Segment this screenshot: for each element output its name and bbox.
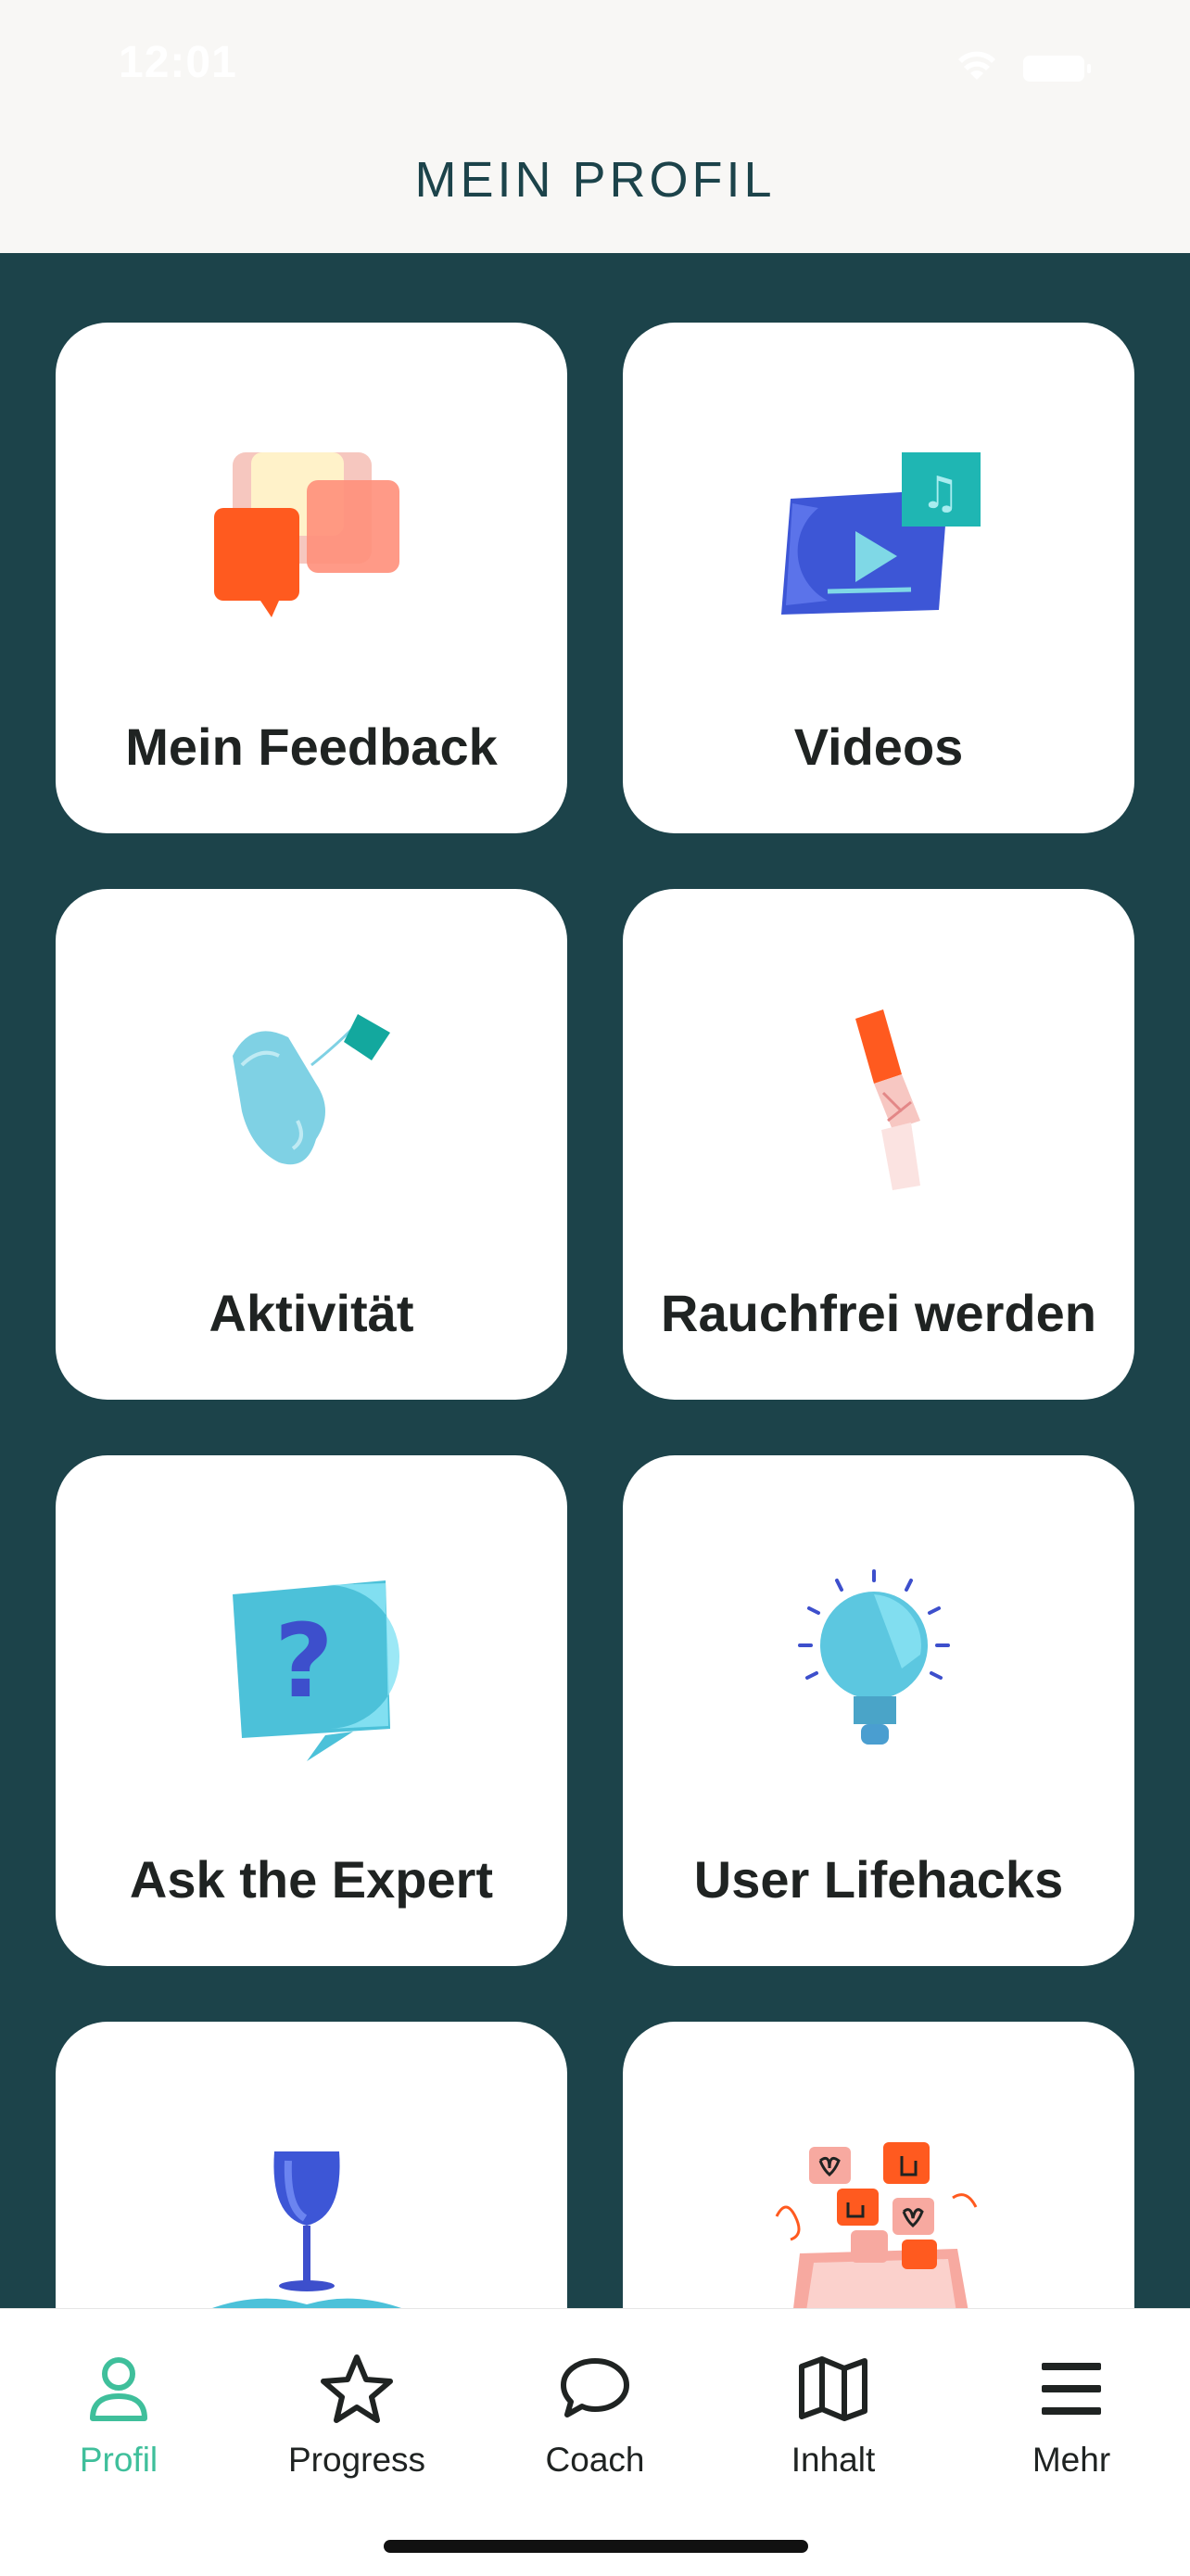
- tab-label: Profil: [79, 2441, 158, 2479]
- svg-text:?: ?: [274, 1602, 334, 1720]
- page-title: MEIN PROFIL: [414, 152, 776, 208]
- wifi-icon: [958, 51, 995, 80]
- tab-progress[interactable]: Progress: [238, 2309, 475, 2494]
- tab-profil[interactable]: Profil: [0, 2309, 237, 2494]
- header-bar: 12:01 MEIN PROFIL: [0, 0, 1190, 253]
- map-icon: [799, 2356, 867, 2421]
- status-time: 12:01: [119, 38, 237, 87]
- light-bulb-illustration: [798, 1569, 950, 1745]
- card-aktivitaet[interactable]: Aktivität: [56, 889, 567, 1400]
- svg-text:♫: ♫: [920, 467, 960, 519]
- card-label: Rauchfrei werden: [661, 1284, 1096, 1342]
- battery-icon: [1023, 56, 1084, 82]
- status-icons: [958, 51, 1091, 82]
- tab-label: Coach: [545, 2441, 645, 2479]
- speech-bubbles-illustration: [214, 452, 399, 617]
- tab-label: Inhalt: [791, 2441, 876, 2479]
- video-player-illustration: ♫: [781, 452, 981, 615]
- glass-on-book-illustration: [209, 2151, 404, 2329]
- question-bubble-illustration: ?: [233, 1580, 400, 1761]
- card-label: Aktivität: [209, 1284, 414, 1342]
- card-ask-the-expert[interactable]: ? Ask the Expert: [56, 1455, 567, 1966]
- card-rauchfrei-werden[interactable]: Rauchfrei werden: [623, 889, 1134, 1400]
- card-label: Videos: [793, 717, 964, 776]
- tab-label: Progress: [287, 2441, 426, 2479]
- card-user-lifehacks[interactable]: User Lifehacks: [623, 1455, 1134, 1966]
- card-mein-feedback[interactable]: Mein Feedback: [56, 323, 567, 833]
- tab-mehr[interactable]: Mehr: [953, 2309, 1190, 2494]
- tab-bar: Profil Progress Coach Inhalt Mehr: [0, 2308, 1190, 2576]
- broken-cigarette-illustration: [855, 1009, 920, 1190]
- card-label: User Lifehacks: [693, 1850, 1064, 1909]
- tab-inhalt[interactable]: Inhalt: [715, 2309, 952, 2494]
- card-label: Ask the Expert: [129, 1850, 494, 1909]
- star-icon: [321, 2354, 393, 2423]
- chat-bubble-icon: [561, 2358, 629, 2417]
- card-videos[interactable]: ♫ Videos: [623, 323, 1134, 833]
- tab-label: Mehr: [1032, 2441, 1111, 2479]
- reactions-tablet-illustration: [775, 2142, 978, 2332]
- running-shoe-illustration: [233, 1014, 390, 1165]
- card-label: Mein Feedback: [125, 717, 498, 776]
- person-icon: [90, 2357, 147, 2421]
- home-indicator[interactable]: [384, 2540, 808, 2553]
- profile-grid: Mein Feedback ♫ Videos Aktivität Rauchfr…: [56, 323, 1134, 2532]
- tab-coach[interactable]: Coach: [476, 2309, 714, 2494]
- hamburger-menu-icon: [1042, 2363, 1101, 2415]
